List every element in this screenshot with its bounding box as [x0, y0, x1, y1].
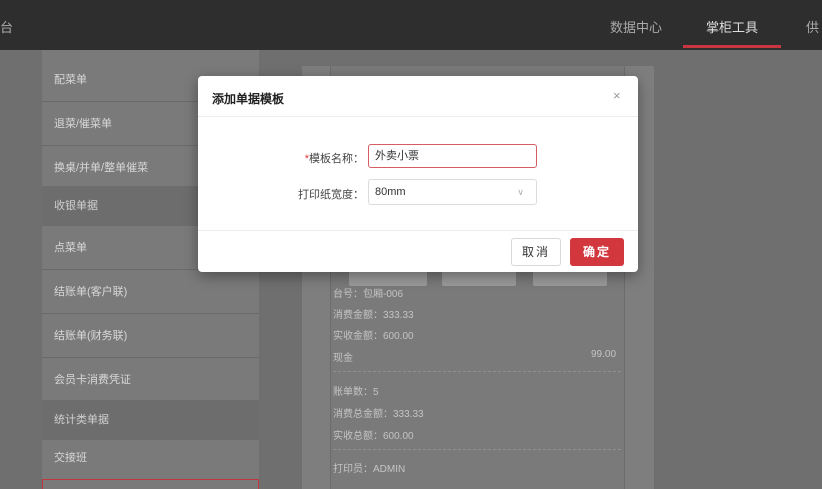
active-nav-indicator — [683, 45, 781, 48]
sidebar-item-label: 换桌/并单/整单催菜 — [54, 162, 149, 174]
chevron-down-icon: ∨ — [517, 187, 524, 197]
sidebar-item-label: 配菜单 — [54, 74, 87, 86]
sidebar-group-statistics: 统计类单据 — [42, 400, 259, 440]
sidebar-item-label: 退菜/催菜单 — [54, 118, 113, 130]
close-icon[interactable]: × — [613, 88, 621, 103]
receipt-cash-value: 99.00 — [591, 349, 617, 360]
sidebar-item-label: 会员卡消费凭证 — [54, 374, 131, 386]
paper-width-select[interactable]: 80mm ∨ — [368, 179, 537, 205]
sidebar-group-label: 收银单据 — [54, 200, 98, 212]
sidebar-item-label: 点菜单 — [54, 242, 87, 254]
nav-item-truncated-right[interactable]: 供 — [806, 17, 819, 36]
sidebar-item-bill-customer[interactable]: 结账单(客户联) — [42, 270, 259, 314]
sidebar-item-label: 交接班 — [54, 452, 87, 464]
template-name-label: *模板名称： — [294, 150, 364, 166]
sidebar-item-label: 结账单(客户联) — [54, 286, 128, 298]
nav-item-truncated-left[interactable]: 台 — [0, 17, 13, 36]
receipt-divider — [333, 449, 621, 450]
dialog-title: 添加单据模板 — [212, 92, 285, 106]
receipt-consume-amount: 消费金额：333.33 — [333, 310, 414, 321]
receipt-printer: 打印员：ADMIN — [333, 464, 406, 475]
receipt-received-amount: 实收金额：600.00 — [333, 331, 414, 342]
cancel-button[interactable]: 取消 — [511, 238, 561, 266]
dialog-header-divider — [198, 116, 638, 117]
dialog-footer-divider — [198, 230, 638, 231]
receipt-total-received: 实收总额：600.00 — [333, 431, 414, 442]
sidebar-item-bill-finance[interactable]: 结账单(财务联) — [42, 314, 259, 358]
nav-item-tools[interactable]: 掌柜工具 — [706, 17, 758, 36]
top-navigation-bar: 台 数据中心 掌柜工具 供 — [0, 0, 822, 50]
template-name-input[interactable]: 外卖小票 — [368, 144, 537, 168]
sidebar-item-shift-handover[interactable]: 交接班 — [42, 436, 259, 480]
sidebar-group-label: 统计类单据 — [54, 414, 109, 426]
template-name-label-text: 模板名称： — [309, 153, 364, 165]
sidebar-item-member-card[interactable]: 会员卡消费凭证 — [42, 358, 259, 402]
paper-width-label: 打印纸宽度： — [298, 189, 364, 201]
paper-width-value: 80mm — [375, 186, 406, 198]
receipt-cash-label: 现金 — [333, 353, 353, 364]
receipt-divider — [333, 371, 621, 372]
sidebar-selected-item[interactable] — [42, 479, 259, 489]
add-template-dialog: 添加单据模板 × *模板名称： 外卖小票 打印纸宽度： 80mm ∨ 取消 确定 — [198, 76, 638, 272]
confirm-button[interactable]: 确定 — [570, 238, 624, 266]
receipt-total-consume: 消费总金额：333.33 — [333, 409, 424, 420]
nav-item-data-center[interactable]: 数据中心 — [610, 17, 662, 36]
receipt-table-number: 台号：包厢-006 — [333, 289, 404, 300]
sidebar-item-label: 结账单(财务联) — [54, 330, 128, 342]
receipt-bill-count: 账单数：5 — [333, 387, 379, 398]
